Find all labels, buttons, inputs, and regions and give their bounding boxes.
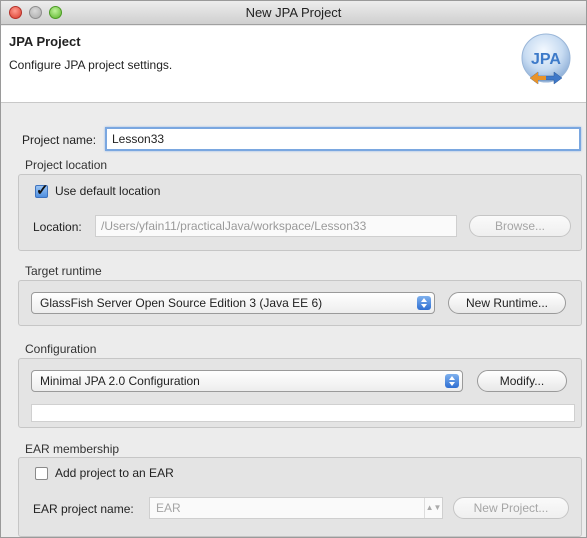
- target-runtime-select[interactable]: GlassFish Server Open Source Edition 3 (…: [31, 292, 435, 314]
- title-bar: New JPA Project: [1, 1, 586, 25]
- use-default-location-checkbox[interactable]: ✓: [35, 182, 49, 199]
- modify-button[interactable]: Modify...: [477, 370, 567, 392]
- add-to-ear-checkbox[interactable]: [35, 467, 48, 480]
- ear-project-name-label: EAR project name:: [33, 502, 134, 516]
- project-location-group: ✓ Use default location Location: /Users/…: [18, 174, 582, 251]
- window-title: New JPA Project: [245, 5, 342, 20]
- target-runtime-group: GlassFish Server Open Source Edition 3 (…: [18, 280, 582, 326]
- page-subtitle: Configure JPA project settings.: [9, 58, 173, 72]
- target-runtime-group-title: Target runtime: [25, 264, 102, 278]
- checkmark-icon: ✓: [36, 182, 49, 199]
- ear-membership-group: Add project to an EAR EAR project name: …: [18, 457, 582, 537]
- svg-text:JPA: JPA: [531, 51, 561, 68]
- target-runtime-value: GlassFish Server Open Source Edition 3 (…: [40, 296, 323, 310]
- configuration-description: [31, 404, 575, 422]
- wizard-header: JPA Project Configure JPA project settin…: [1, 26, 586, 103]
- new-project-button[interactable]: New Project...: [453, 497, 569, 519]
- page-title: JPA Project: [9, 34, 81, 49]
- add-to-ear-label: Add project to an EAR: [55, 466, 174, 480]
- ear-project-name-value: EAR: [156, 501, 181, 515]
- use-default-location-label: Use default location: [55, 184, 161, 198]
- configuration-select[interactable]: Minimal JPA 2.0 Configuration: [31, 370, 463, 392]
- configuration-group: Minimal JPA 2.0 Configuration Modify...: [18, 358, 582, 428]
- select-arrows-icon: [445, 374, 459, 388]
- select-arrows-icon: [417, 296, 431, 310]
- ear-membership-group-title: EAR membership: [25, 442, 120, 456]
- project-name-input[interactable]: [105, 127, 581, 151]
- dropdown-arrow-icon: ▲▼: [424, 498, 442, 518]
- new-runtime-button[interactable]: New Runtime...: [448, 292, 566, 314]
- location-label: Location:: [33, 220, 82, 234]
- browse-button[interactable]: Browse...: [469, 215, 571, 237]
- configuration-group-title: Configuration: [25, 342, 97, 356]
- ear-project-name-combo[interactable]: EAR ▲▼: [149, 497, 443, 519]
- configuration-value: Minimal JPA 2.0 Configuration: [40, 374, 200, 388]
- location-input[interactable]: /Users/yfain11/practicalJava/workspace/L…: [95, 215, 457, 237]
- project-location-group-title: Project location: [25, 158, 108, 172]
- jpa-logo-icon: JPA: [521, 33, 571, 85]
- project-name-label: Project name:: [22, 133, 97, 147]
- new-jpa-project-window: New JPA Project JPA Project Configure JP…: [0, 0, 587, 538]
